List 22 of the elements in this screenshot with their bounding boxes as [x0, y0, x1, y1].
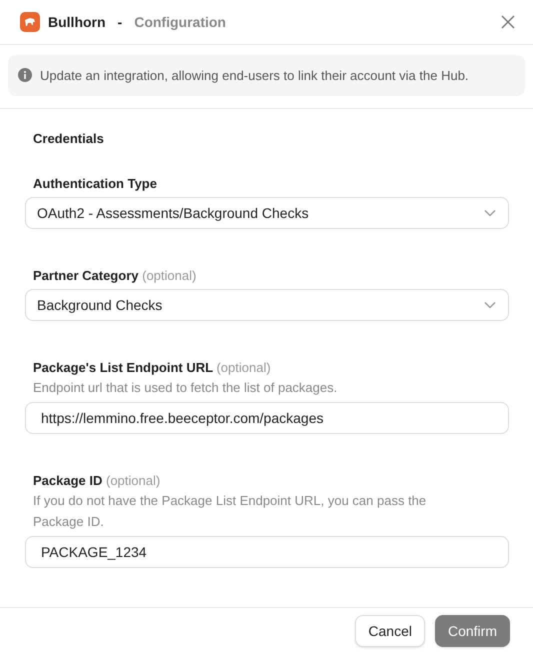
input-field[interactable]: PACKAGE_1234	[25, 536, 509, 568]
close-icon	[501, 14, 515, 29]
confirm-button[interactable]: Confirm	[434, 615, 510, 648]
cancel-button[interactable]: Cancel	[355, 615, 425, 648]
info-icon	[18, 68, 32, 82]
select-field[interactable]: Background Checks	[25, 288, 509, 321]
app-name: Bullhorn	[48, 14, 106, 30]
field-hint: Endpoint url that is used to fetch the list of packages.	[32, 378, 338, 397]
field-hint: If you do not have the Package List Endpoint URL, you can pass the Package ID.	[32, 492, 428, 531]
section-heading: Credentials	[32, 130, 105, 146]
title-separator: -	[118, 14, 122, 30]
chevron-down-icon	[484, 300, 496, 309]
input-field[interactable]: https://lemmino.free.beeceptor.com/packages	[25, 402, 509, 434]
info-text: Update an integration, allowing end-users to link their account via the Hub.	[40, 68, 469, 83]
field-label: Authentication Type	[32, 176, 158, 191]
field-label: Package ID (optional)	[32, 472, 162, 488]
field-label: Package's List Endpoint URL (optional)	[32, 360, 272, 375]
select-field[interactable]: OAuth2 - Assessments/Background Checks	[25, 196, 509, 229]
logo-icon	[20, 12, 40, 32]
field-label: Partner Category (optional)	[32, 268, 198, 283]
dialog-title: Configuration	[134, 14, 227, 30]
chevron-down-icon	[484, 208, 496, 217]
